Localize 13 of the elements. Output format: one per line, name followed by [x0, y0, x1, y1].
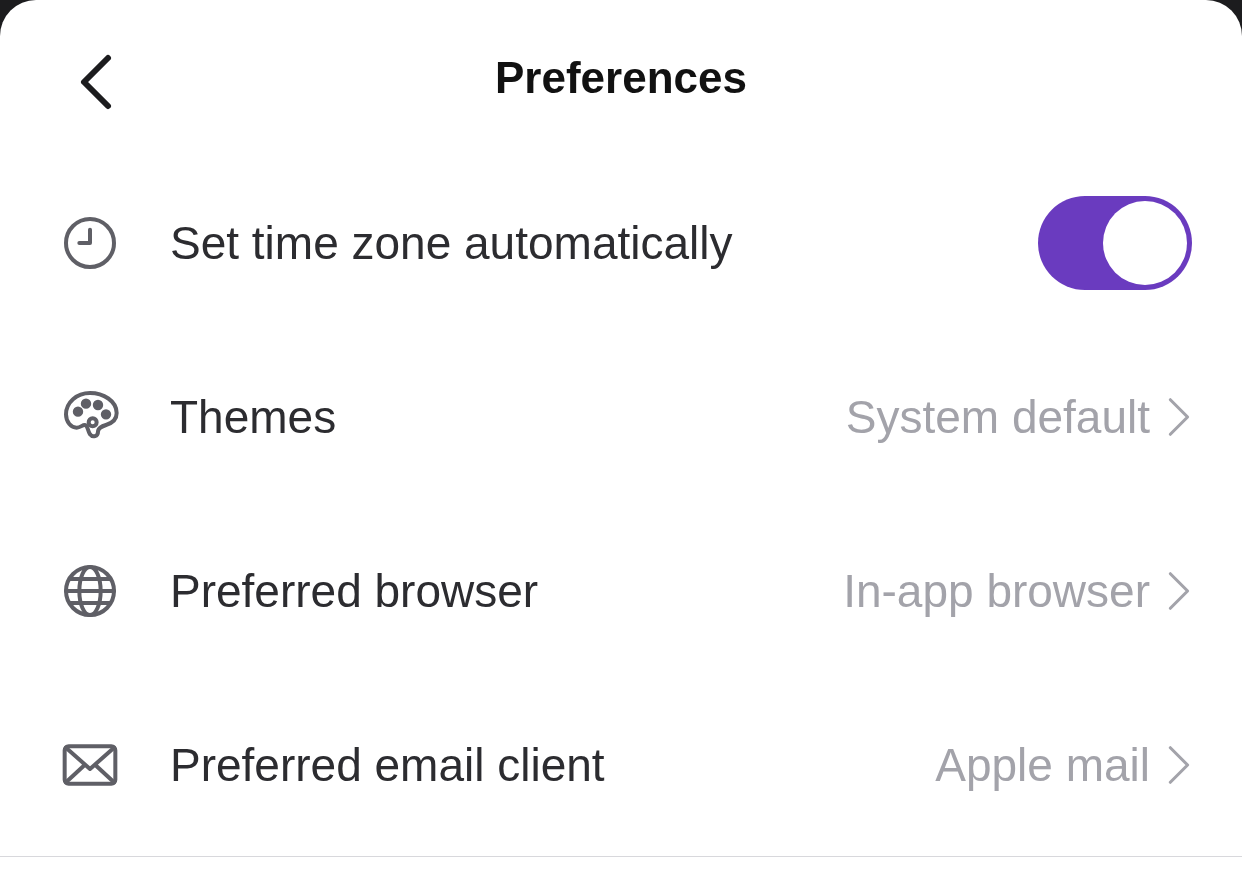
row-label: Themes: [170, 389, 337, 445]
settings-row[interactable]: Set time zone automatically: [0, 156, 1242, 330]
settings-row[interactable]: Preferred email client Apple mail: [0, 678, 1242, 852]
row-label: Preferred browser: [170, 563, 539, 619]
back-icon: [78, 52, 114, 112]
row-value: In-app browser: [843, 563, 1150, 619]
page-title: Preferences: [495, 52, 747, 104]
row-label: Preferred email client: [170, 737, 605, 793]
row-label: Set time zone automatically: [170, 215, 733, 271]
row-value: System default: [845, 389, 1150, 445]
settings-row[interactable]: Themes System default: [0, 330, 1242, 504]
row-value: Apple mail: [935, 737, 1150, 793]
settings-row[interactable]: Preferred browser In-app browser: [0, 504, 1242, 678]
